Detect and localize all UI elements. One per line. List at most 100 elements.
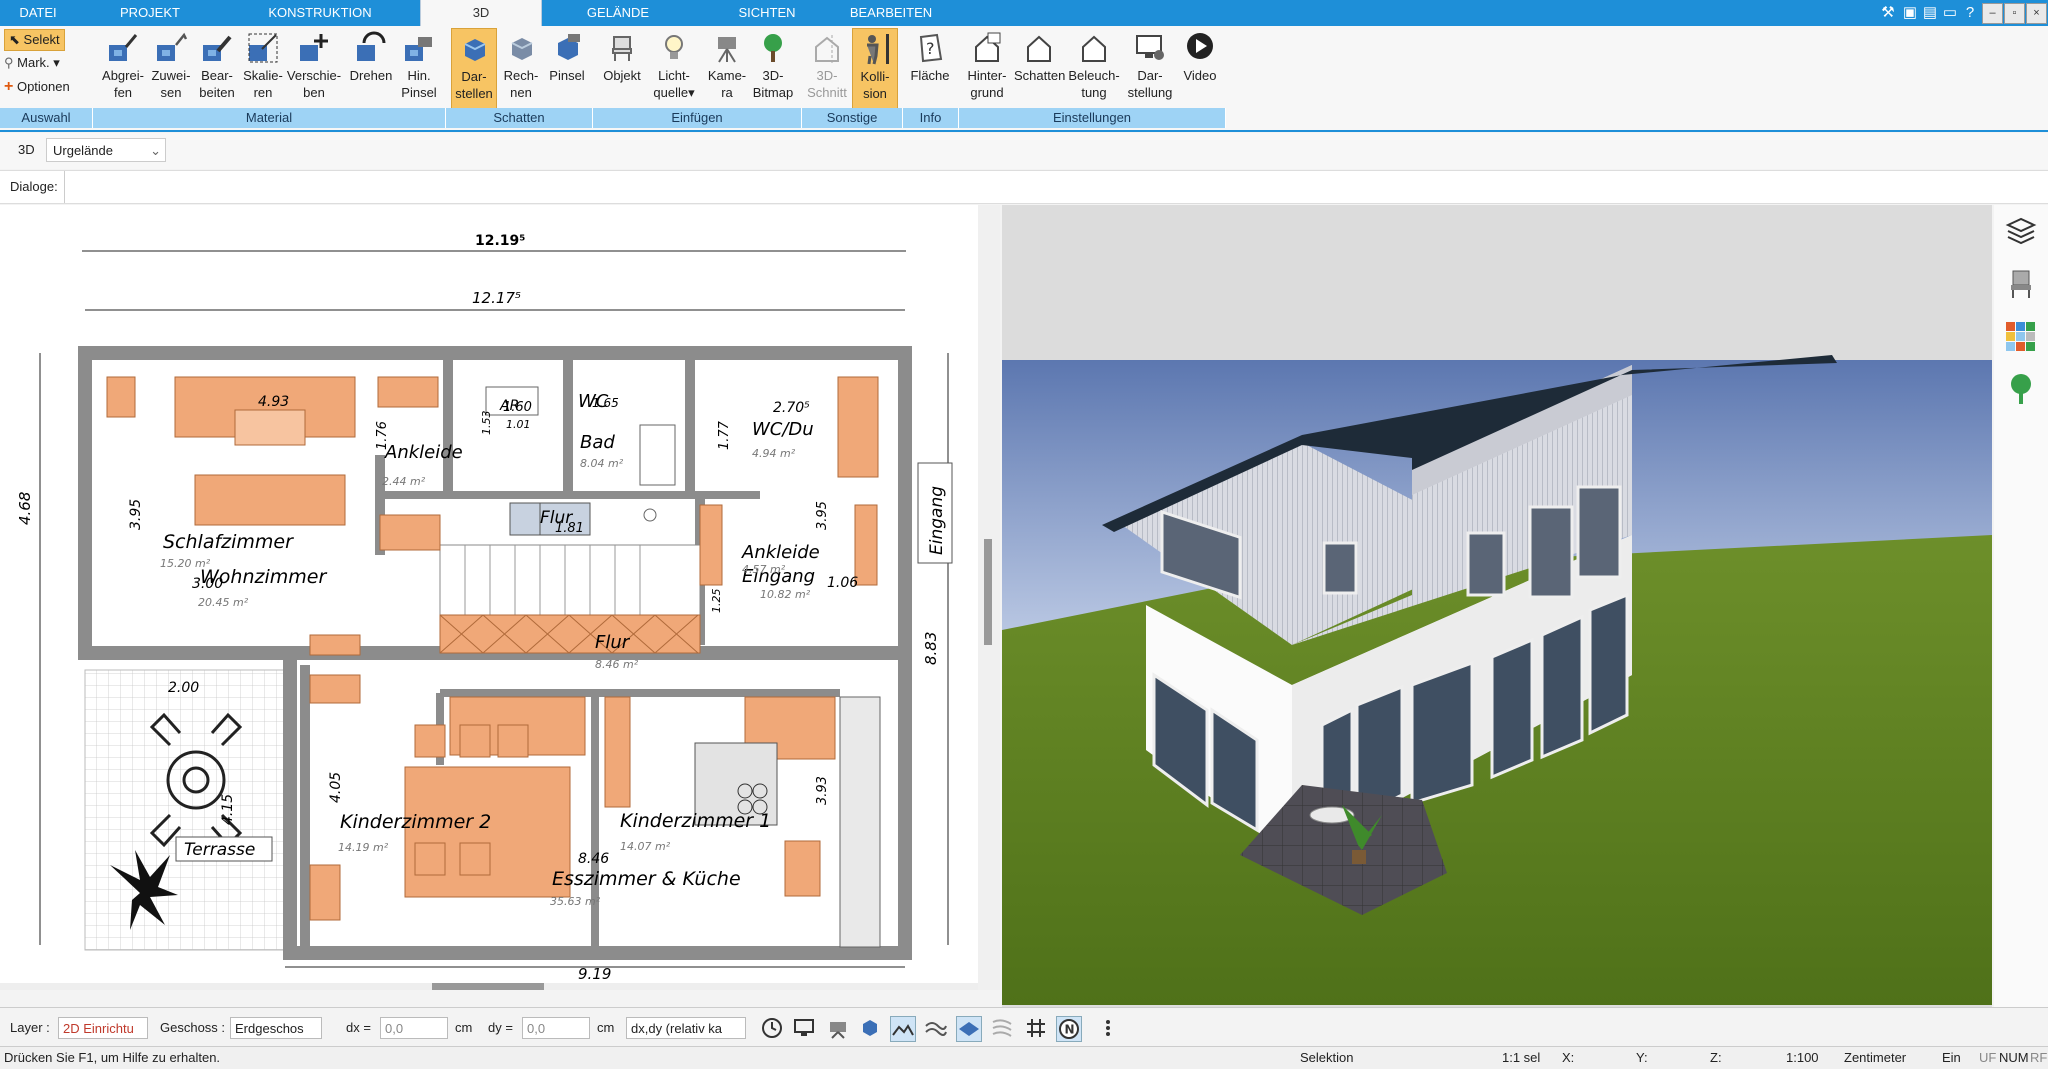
svg-text:?: ? <box>926 39 935 58</box>
scale-icon <box>248 33 278 63</box>
help-icon[interactable]: ? <box>1960 3 1980 23</box>
assign-material-icon <box>157 32 188 61</box>
room-ankleide1: Ankleide <box>384 442 463 463</box>
camera-icon[interactable] <box>826 1016 850 1040</box>
property-toolbar: Layer : 2D Einrichtu Geschoss : Erdgesch… <box>0 1007 2048 1046</box>
camera-icon <box>718 37 736 63</box>
h-scrollbar-thumb[interactable] <box>432 983 544 990</box>
zuweisen-button[interactable]: Zuwei- sen <box>148 28 194 108</box>
eingang-tag: Eingang <box>927 486 947 555</box>
bearbeiten-button[interactable]: Bear- beiten <box>194 28 240 108</box>
dim-left-total: 4.68 <box>16 492 34 525</box>
edit-material-icon <box>203 35 232 61</box>
dy-input[interactable]: 0,0 <box>522 1017 590 1039</box>
room-flur2: Flur <box>595 632 631 653</box>
plane-icon[interactable] <box>956 1016 982 1042</box>
tab-3d[interactable]: 3D <box>420 0 542 26</box>
status-bar: Drücken Sie F1, um Hilfe zu erhalten. Se… <box>0 1046 2048 1069</box>
ribbon-tab-bar: DATEI PROJEKT KONSTRUKTION 3D GELÄNDE SI… <box>0 0 2048 26</box>
v-scrollbar-thumb[interactable] <box>984 539 992 645</box>
restore-button[interactable]: ▫ <box>2004 3 2025 24</box>
contour-icon[interactable] <box>924 1016 948 1040</box>
clock-icon[interactable] <box>760 1016 784 1040</box>
status-rf: RF <box>2030 1050 2048 1065</box>
area-bad: 8.04 m² <box>580 457 624 470</box>
dim-160: 1.60 <box>503 400 532 415</box>
tab-projekt[interactable]: PROJEKT <box>90 0 210 26</box>
tab-bearbeiten[interactable]: BEARBEITEN <box>836 0 946 26</box>
window-upper-5 <box>1576 485 1622 579</box>
options-button[interactable]: + Optionen <box>4 77 70 97</box>
layer-select[interactable]: 2D Einrichtu <box>58 1017 148 1039</box>
hin-pinsel-button[interactable]: Hin. Pinsel <box>398 28 440 108</box>
darstellung-button[interactable]: Dar- stellung <box>1124 28 1176 108</box>
objekt-button[interactable]: Objekt <box>598 28 646 108</box>
grid-icon[interactable] <box>1024 1016 1048 1040</box>
kamera-button[interactable]: Kame- ra <box>703 28 751 108</box>
chair <box>414 842 446 876</box>
terrain-icon[interactable] <box>890 1016 916 1042</box>
beleuchtung-button[interactable]: Beleuch- tung <box>1066 28 1122 108</box>
tab-sichten[interactable]: SICHTEN <box>705 0 829 26</box>
window-icon[interactable]: ▣ <box>1900 3 1920 23</box>
schatten-darstellen-button[interactable]: Dar- stellen <box>451 28 497 110</box>
3d-house-render[interactable] <box>1002 205 1992 1007</box>
room-bad: Bad <box>580 432 615 453</box>
terrain-select[interactable]: Urgelände ⌄ <box>46 138 166 162</box>
windows-icon[interactable]: ▤ <box>1920 3 1940 23</box>
tab-konstruktion[interactable]: KONSTRUKTION <box>225 0 415 26</box>
floor-plan-view[interactable]: 12.19⁵ 12.17⁵ 4.68 8.83 Schlafzimmer 15.… <box>0 205 978 990</box>
layers-icon[interactable] <box>2004 215 2038 249</box>
dim-101: 1.01 <box>506 418 531 431</box>
house-background-icon <box>975 32 1001 62</box>
stairs-icon[interactable] <box>990 1016 1014 1040</box>
tab-gelaende[interactable]: GELÄNDE <box>556 0 680 26</box>
tree-icon[interactable] <box>2004 372 2038 406</box>
schatten-pinsel-button[interactable]: Pinsel <box>546 28 588 108</box>
abgreifen-button[interactable]: Abgrei- fen <box>97 28 149 108</box>
dy-unit: cm <box>597 1020 615 1035</box>
geschoss-label: Geschoss : <box>160 1020 226 1035</box>
wardrobe <box>604 696 631 808</box>
minimize-button[interactable]: – <box>1982 3 2003 24</box>
mark-icon: ⚲ <box>4 55 14 70</box>
tools-icon[interactable]: ⚒ <box>1878 3 1898 23</box>
hintergrund-button[interactable]: Hinter- grund <box>962 28 1012 108</box>
coord-mode-select[interactable]: dx,dy (relativ ka <box>626 1017 746 1039</box>
material-palette-icon[interactable] <box>2004 320 2038 354</box>
schatten-rechnen-button[interactable]: Rech- nen <box>498 28 544 108</box>
dx-input[interactable]: 0,0 <box>380 1017 448 1039</box>
group-sonstige: Sonstige <box>802 108 903 128</box>
screen-icon[interactable]: ▭ <box>1940 3 1960 23</box>
video-button[interactable]: Video <box>1178 28 1222 108</box>
chair-icon[interactable] <box>2004 267 2038 301</box>
dim-270: 2.70⁵ <box>773 400 810 416</box>
cube-icon[interactable] <box>858 1016 882 1040</box>
more-options-icon[interactable] <box>1096 1016 1120 1040</box>
tab-datei[interactable]: DATEI <box>0 0 76 26</box>
geschoss-select[interactable]: Erdgeschos <box>230 1017 322 1039</box>
kollision-button[interactable]: Kolli- sion <box>852 28 898 110</box>
cube-shadow-icon <box>464 39 486 61</box>
monitor-icon[interactable] <box>792 1016 816 1040</box>
lichtquelle-button[interactable]: Licht- quelle▾ <box>648 28 700 108</box>
schatten-einstellungen-button[interactable]: Schatten <box>1014 28 1065 108</box>
drehen-button[interactable]: Drehen <box>344 28 398 108</box>
select-button[interactable]: ⬉ Selekt <box>4 29 65 51</box>
layer-label: Layer : <box>10 1020 50 1035</box>
flaeche-button[interactable]: ? Fläche <box>906 28 954 108</box>
3d-view[interactable] <box>1002 205 1992 1007</box>
dim-top2: 12.17⁵ <box>472 289 521 307</box>
chair <box>414 724 446 758</box>
3d-bitmap-button[interactable]: 3D- Bitmap <box>750 28 796 108</box>
3d-schnitt-button[interactable]: 3D- Schnitt <box>805 28 849 108</box>
floor-plan-canvas[interactable]: 12.19⁵ 12.17⁵ 4.68 8.83 Schlafzimmer 15.… <box>0 205 978 990</box>
v-scrollbar[interactable] <box>978 205 1000 990</box>
close-button[interactable]: × <box>2026 3 2047 24</box>
skalieren-button[interactable]: Skalie- ren <box>240 28 286 108</box>
verschieben-button[interactable]: Verschie- ben <box>286 28 342 108</box>
chevron-down-icon: ⌄ <box>150 143 161 158</box>
mark-button[interactable]: ⚲ Mark. ▾ <box>4 53 60 73</box>
north-icon[interactable]: N <box>1056 1016 1082 1042</box>
area-ankleide1: 2.44 m² <box>382 475 426 488</box>
